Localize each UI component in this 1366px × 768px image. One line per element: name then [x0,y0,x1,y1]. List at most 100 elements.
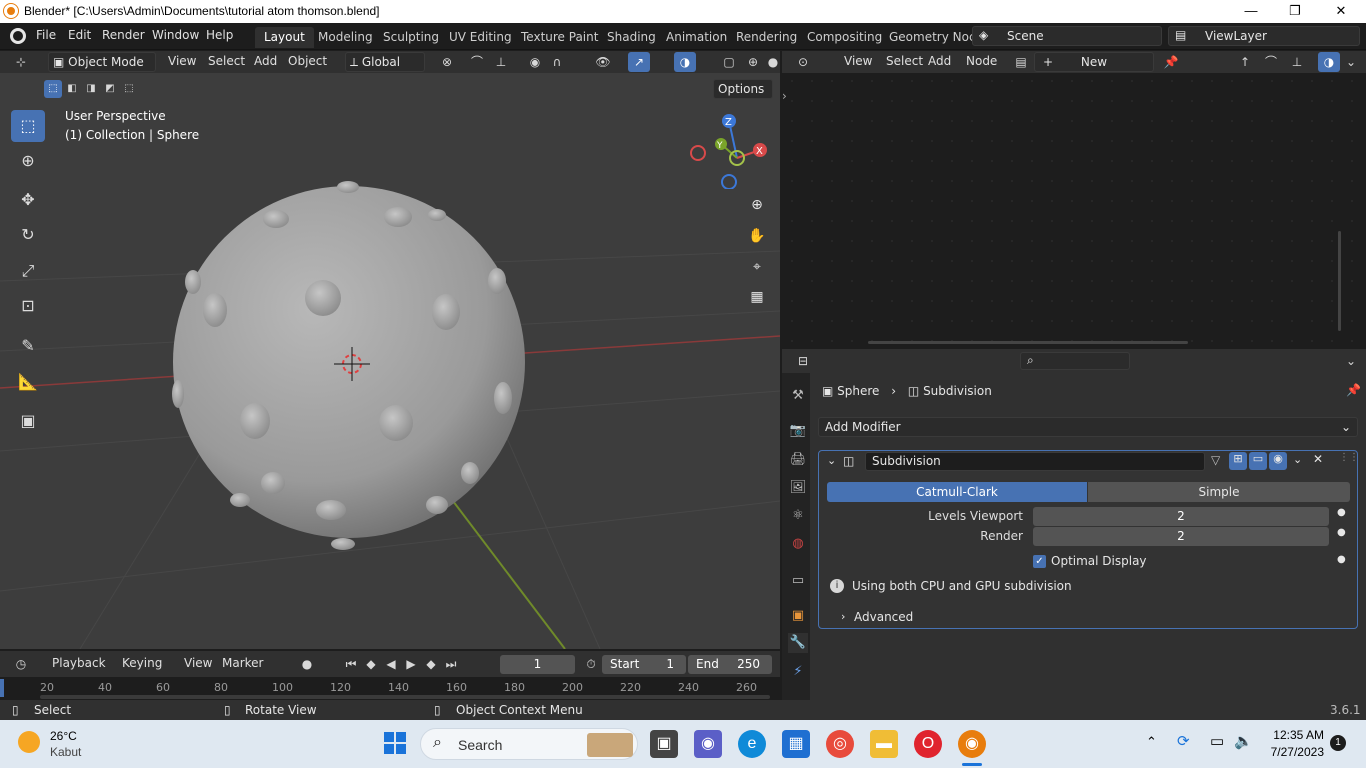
opera-icon[interactable]: O [914,730,942,758]
scene-tab-icon[interactable]: ⚛ [788,506,808,526]
tab-uv-editing[interactable]: UV Editing [440,27,521,48]
tab-texture-paint[interactable]: Texture Paint [512,27,607,48]
snap-icon[interactable]: ⌒ [466,52,488,72]
new-node-tree-button[interactable]: + New [1034,52,1154,72]
visibility-icon[interactable]: 👁 [592,52,614,72]
pivot-icon[interactable]: ⊗ [436,52,458,72]
levels-viewport-field[interactable]: 2 [1033,507,1329,526]
jump-start-icon[interactable]: ⏮ [340,654,362,674]
modifier-tab-icon[interactable]: 🔧 [788,633,808,653]
blender-taskbar-icon[interactable]: ◉ [958,730,986,758]
options-dropdown[interactable]: Options [713,79,773,99]
tab-layout[interactable]: Layout [255,27,314,48]
close-button[interactable]: ✕ [1318,0,1364,23]
viewport-menu-select[interactable]: Select [204,52,249,72]
scene-selector[interactable]: ◈ Scene [972,26,1162,46]
jump-end-icon[interactable]: ⏭ [440,654,462,674]
wireframe-shading-icon[interactable]: ⊕ [742,52,764,72]
properties-options-icon[interactable]: ⌄ [1340,351,1362,371]
orientation-dropdown[interactable]: ⟂ Global [345,52,425,72]
add-cube-tool[interactable]: ▣ [11,405,45,437]
proportional-edit-icon[interactable]: ◉ [524,52,546,72]
render-display-icon[interactable]: ◉ [1269,452,1287,470]
viewport-menu-view[interactable]: View [164,52,200,72]
snap-node-target-icon[interactable]: ⊥ [1286,52,1308,72]
notification-badge[interactable]: 1 [1330,735,1346,751]
timeline-scrollbar[interactable] [40,695,770,699]
menu-render[interactable]: Render [102,28,145,42]
navigation-gizmo[interactable]: Z X Y [684,109,774,189]
drag-handle-icon[interactable]: ⋮⋮ [1339,452,1359,463]
advanced-section[interactable]: Advanced [854,610,913,624]
start-frame-field[interactable]: Start 1 [602,655,686,674]
move-tool[interactable]: ✥ [11,184,45,216]
maximize-button[interactable]: ❐ [1272,0,1318,23]
next-keyframe-icon[interactable]: ◆ [420,654,442,674]
timeline-menu-keying[interactable]: Keying [118,654,166,674]
node-sidebar-toggle-icon[interactable]: › [782,89,787,103]
render-levels-field[interactable]: 2 [1033,527,1329,546]
stopwatch-icon[interactable]: ⏱ [580,654,602,674]
timeline-menu-view[interactable]: View [180,654,216,674]
tab-geometry-nodes[interactable]: Geometry Noc [880,27,985,48]
measure-tool[interactable]: 📐 [11,366,45,398]
weather-desc[interactable]: Kabut [50,745,81,759]
show-hidden-icons-icon[interactable]: ⌃ [1146,734,1157,750]
simple-tab[interactable]: Simple [1088,482,1350,502]
play-reverse-icon[interactable]: ◀ [380,654,402,674]
node-hscrollbar[interactable] [868,341,1188,344]
render-tab-icon[interactable]: 📷 [788,421,808,441]
annotate-tool[interactable]: ✎ [11,330,45,362]
particles-tab-icon[interactable]: ⚡ [788,662,808,682]
object-tab-icon[interactable]: ▣ [788,606,808,626]
modifier-name-input[interactable]: Subdivision [865,452,1205,471]
node-menu-select[interactable]: Select [882,52,927,72]
collection-tab-icon[interactable]: ▭ [788,571,808,591]
optimal-display-checkbox[interactable]: ✓ [1033,555,1046,568]
select-box-tool[interactable]: ⬚ [11,110,45,142]
node-overlay-dropdown-icon[interactable]: ⌄ [1340,52,1362,72]
view-layer-tab-icon[interactable]: 🖼 [788,478,808,498]
weather-icon[interactable] [18,731,40,753]
tab-animation[interactable]: Animation [657,27,736,48]
ortho-grid-icon[interactable]: ▦ [745,285,769,309]
menu-window[interactable]: Window [152,28,199,42]
teams-chat-icon[interactable]: ◉ [694,730,722,758]
select-extend-icon[interactable]: ◧ [63,80,81,98]
modifier-dropdown-icon[interactable]: ⌄ [1293,453,1302,466]
gizmo-toggle-icon[interactable]: ↗ [628,52,650,72]
editmode-display-icon[interactable]: ⊞ [1229,452,1247,470]
keyframe-dot-icon[interactable]: ● [1337,554,1346,565]
current-frame-field[interactable]: 1 [500,655,575,674]
xray-icon[interactable]: ▢ [718,52,740,72]
properties-search-input[interactable]: ⌕ [1020,352,1130,370]
snap-node-icon[interactable]: ⌒ [1260,52,1282,72]
world-tab-icon[interactable]: ◍ [788,534,808,554]
viewport-menu-object[interactable]: Object [284,52,331,72]
transform-tool[interactable]: ⊡ [11,290,45,322]
3d-viewport[interactable]: ⊹ ▣ Object Mode View Select Add Object ⟂… [0,51,780,649]
keyframe-dot-icon[interactable]: ● [1337,527,1346,538]
file-explorer-icon[interactable]: ▬ [870,730,898,758]
edge-browser-icon[interactable]: e [738,730,766,758]
add-modifier-button[interactable]: Add Modifier ⌄ [818,417,1358,437]
remove-modifier-icon[interactable]: ✕ [1313,452,1323,466]
minimize-button[interactable]: — [1228,0,1274,23]
falloff-icon[interactable]: ∩ [546,52,568,72]
timeline-menu-marker[interactable]: Marker [218,654,267,674]
autokey-record-icon[interactable]: ● [296,654,318,674]
prev-keyframe-icon[interactable]: ◆ [360,654,382,674]
select-subtract-icon[interactable]: ◨ [82,80,100,98]
pan-hand-icon[interactable]: ✋ [745,224,769,248]
viewlayer-selector[interactable]: ▤ ViewLayer [1168,26,1360,46]
store-icon[interactable]: ▦ [782,730,810,758]
scale-tool[interactable]: ⤢ [11,255,45,287]
node-editor-type-icon[interactable]: ⊙ [792,52,814,72]
tab-rendering[interactable]: Rendering [727,27,806,48]
tab-compositing[interactable]: Compositing [798,27,891,48]
clock-date[interactable]: 7/27/2023 [1262,745,1324,759]
node-vscrollbar[interactable] [1338,231,1341,331]
taskbar-search-box[interactable]: ⌕ Search [420,728,638,760]
sync-icon[interactable]: ⟳ [1177,732,1190,750]
node-menu-view[interactable]: View [840,52,876,72]
